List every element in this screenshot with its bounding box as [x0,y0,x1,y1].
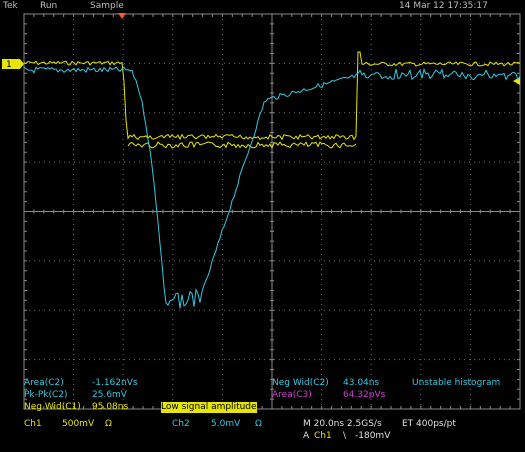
measurement-area-c3-value: 64.32pVs [343,390,386,400]
ch1-label: Ch1 [24,419,42,429]
ch1-marker-label: 1 [6,60,12,70]
ch1-ground-marker: 1 [2,59,24,70]
oscilloscope-screen: Tek Run Sample 14 Mar 12 17:35:17 1 Area… [0,0,525,452]
measurement-negwid-c1-label: Neg Wid(C1) [24,402,81,412]
measurement-negwid-c2-value: 43.04ns [343,378,380,388]
graticule-grid [23,13,521,410]
measurement-negwid-c2-label: Neg Wid(C2) [272,378,329,388]
measurement-area-c3-label: Area(C3) [272,390,312,400]
ch2-scale: 5.0mV [211,419,241,429]
timebase-readout: M 20.0ns 2.5GS/s [303,419,382,429]
ch1-impedance: Ω [105,419,112,429]
ch2-impedance: Ω [255,419,262,429]
et-rate-readout: ET 400ps/pt [402,419,456,429]
measurement-pkpk-c2-label: Pk-Pk(C2) [24,390,68,400]
measurement-pkpk-c2-value: 25.6mV [92,390,127,400]
trigger-position-marker [118,13,126,19]
measurement-area-c2-value: -1.162nVs [92,378,138,388]
low-signal-warning: Low signal amplitude [161,402,257,413]
measurement-area-c2-label: Area(C2) [24,378,64,388]
measurement-negwid-c1-value: 95.08ns [92,402,129,412]
trigger-source: Ch1 [314,431,332,441]
unstable-histogram-warning: Unstable histogram [412,378,501,388]
ch1-scale: 500mV [62,419,95,429]
trigger-slope-icon: \ [343,431,347,441]
trigger-prefix: A [303,431,310,441]
trigger-level: -180mV [355,431,391,441]
ch2-label: Ch2 [172,419,190,429]
